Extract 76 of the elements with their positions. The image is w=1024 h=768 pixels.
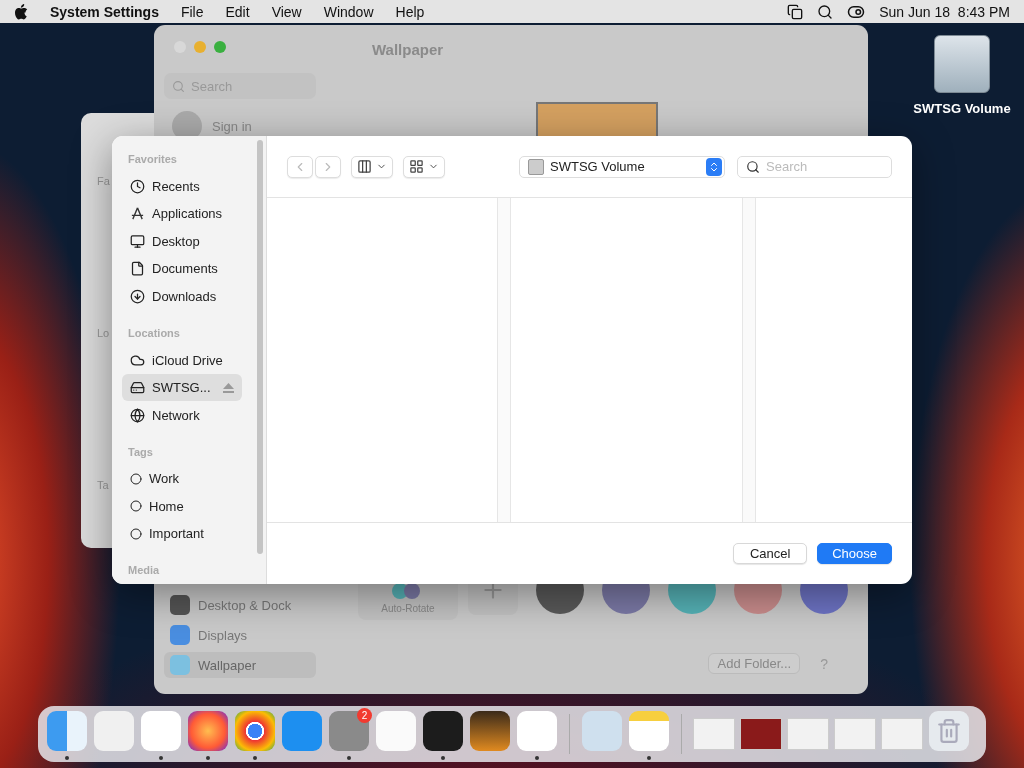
- section-heading: Media: [128, 564, 161, 579]
- sidebar-item[interactable]: iCloud Drive: [122, 346, 242, 374]
- search-icon[interactable]: [817, 3, 834, 20]
- window-thumbnail[interactable]: [881, 718, 923, 750]
- back-button[interactable]: [287, 155, 313, 178]
- sidebar-item[interactable]: Applications: [122, 200, 242, 228]
- running-indicator: [65, 756, 69, 760]
- cloud-icon: [130, 352, 145, 368]
- clock-icon: [130, 178, 145, 194]
- choose-button[interactable]: Choose: [817, 543, 892, 564]
- column-resize-handle[interactable]: [743, 198, 756, 522]
- running-indicator: [647, 756, 651, 760]
- menu-item[interactable]: Edit: [225, 3, 250, 20]
- window-thumbnail[interactable]: [693, 718, 735, 750]
- menu-item[interactable]: Window: [323, 3, 374, 20]
- columns-icon: [357, 159, 372, 174]
- window-thumbnail[interactable]: [834, 718, 876, 750]
- column-resize-handle[interactable]: [498, 198, 511, 522]
- window-title: Wallpaper: [371, 41, 445, 58]
- applications-icon: [130, 206, 145, 222]
- sidebar-item[interactable]: Important: [122, 520, 242, 548]
- window-thumbnail[interactable]: [740, 718, 782, 750]
- search-icon: [746, 159, 760, 174]
- window-thumbnail[interactable]: [787, 718, 829, 750]
- column-view-button[interactable]: [351, 155, 393, 178]
- globe-icon: [130, 407, 145, 423]
- running-indicator: [253, 756, 257, 760]
- menu-item[interactable]: View: [271, 3, 302, 20]
- zoom-icon[interactable]: [214, 41, 226, 53]
- download-icon: [130, 288, 145, 304]
- section-heading: Fa: [97, 175, 110, 187]
- sidebar-item[interactable]: Work: [122, 465, 242, 493]
- sidebar-item[interactable]: Network: [122, 401, 242, 429]
- section-heading: Ta: [97, 479, 109, 491]
- running-indicator: [159, 756, 163, 760]
- sidebar-item[interactable]: Home: [122, 492, 242, 521]
- document-icon: [130, 261, 145, 277]
- drive-icon[interactable]: [934, 35, 990, 93]
- tag-icon: [130, 500, 142, 513]
- app-menu[interactable]: System Settings: [50, 3, 159, 20]
- section-heading: Locations: [128, 326, 181, 341]
- running-indicator: [206, 756, 210, 760]
- forward-button[interactable]: [315, 155, 341, 178]
- menu-item[interactable]: Help: [395, 3, 425, 20]
- tag-icon: [130, 472, 142, 485]
- sidebar-item[interactable]: Recents: [122, 172, 242, 201]
- running-indicator: [535, 756, 539, 760]
- apple-logo-icon[interactable]: [14, 3, 28, 20]
- sidebar-item[interactable]: Desktop: [122, 227, 242, 256]
- grid-icon: [409, 159, 424, 174]
- clock-text[interactable]: Sun Jun 18 8:43 PM: [879, 3, 1010, 20]
- drive-icon: [528, 158, 544, 175]
- location-popup[interactable]: SWTSG Volume: [519, 155, 725, 178]
- sidebar-item[interactable]: SWTSG...: [122, 373, 242, 402]
- section-heading: Tags: [128, 445, 154, 460]
- drive-label[interactable]: SWTSG Volume: [913, 101, 1011, 116]
- search-icon: [172, 79, 185, 93]
- scrollbar[interactable]: [257, 140, 263, 554]
- eject-icon[interactable]: [223, 382, 234, 393]
- notification-badge: 2: [357, 708, 372, 723]
- running-indicator: [441, 756, 445, 760]
- section-heading: Favorites: [128, 153, 178, 167]
- cancel-button[interactable]: Cancel: [733, 543, 808, 564]
- trash-icon[interactable]: [929, 711, 969, 751]
- section-heading: Lo: [97, 327, 110, 339]
- screen-mirroring-icon[interactable]: [787, 3, 804, 20]
- stepper-icon: [706, 157, 722, 176]
- monitor-icon: [130, 233, 145, 249]
- sidebar-item[interactable]: Downloads: [122, 282, 242, 310]
- drive-icon: [130, 380, 145, 396]
- menu-item[interactable]: File: [180, 3, 204, 20]
- sidebar-item[interactable]: Documents: [122, 255, 242, 283]
- running-indicator: [347, 756, 351, 760]
- minimize-icon[interactable]: [194, 41, 206, 53]
- tag-icon: [130, 527, 142, 540]
- group-button[interactable]: [403, 155, 445, 178]
